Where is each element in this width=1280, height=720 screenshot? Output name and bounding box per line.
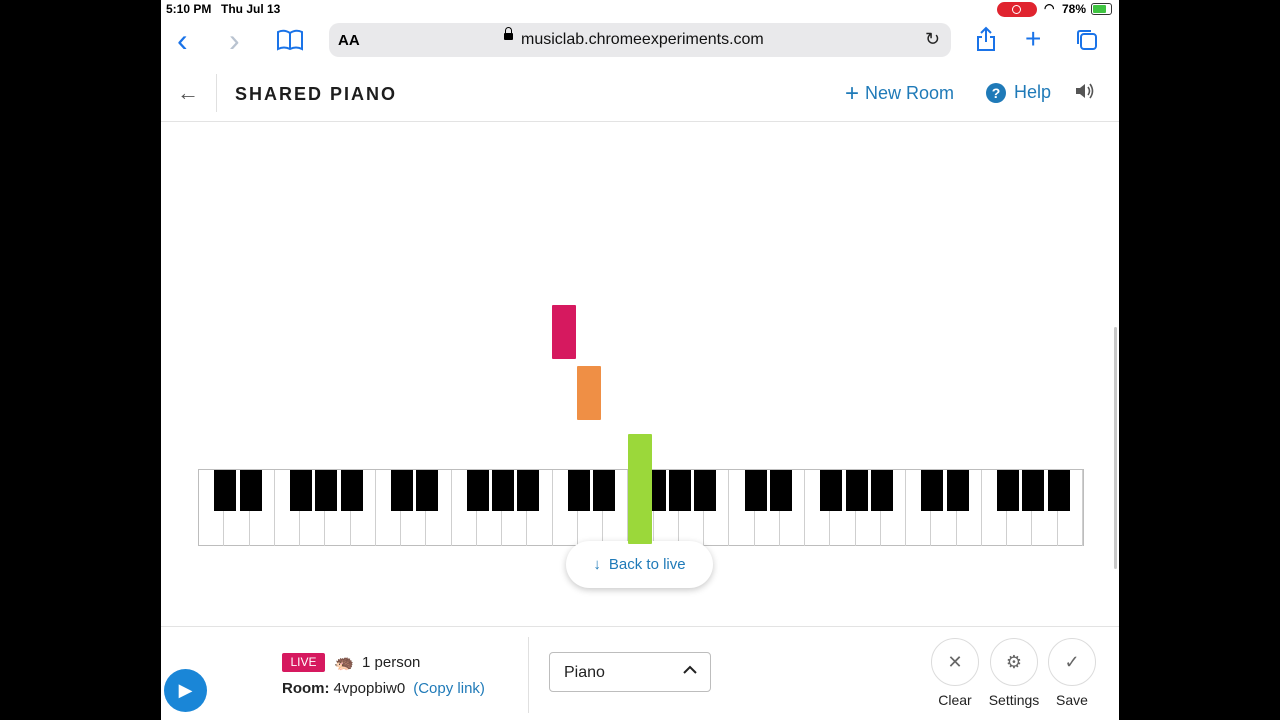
save-label: Save bbox=[1056, 692, 1088, 708]
tabs-icon[interactable] bbox=[1075, 28, 1099, 57]
black-key[interactable] bbox=[567, 470, 590, 511]
play-button[interactable]: ▶ bbox=[164, 669, 207, 712]
black-key[interactable] bbox=[845, 470, 868, 511]
bookmarks-icon[interactable] bbox=[277, 29, 303, 57]
note-bar bbox=[577, 366, 601, 420]
people-count: 1 person bbox=[362, 654, 421, 671]
bottom-bar: ▶ LIVE 🦔 1 person Room: 4vpopbiw0 (Copy li… bbox=[161, 626, 1119, 720]
black-key[interactable] bbox=[416, 470, 439, 511]
share-icon[interactable] bbox=[975, 26, 997, 57]
browser-forward-icon[interactable]: › bbox=[229, 24, 240, 56]
black-key[interactable] bbox=[694, 470, 717, 511]
black-key[interactable] bbox=[820, 470, 843, 511]
battery-percent: 78% bbox=[1062, 2, 1087, 16]
new-tab-icon[interactable]: + bbox=[1025, 25, 1041, 53]
black-key[interactable] bbox=[870, 470, 893, 511]
divider bbox=[528, 637, 529, 713]
status-time: 5:10 PM bbox=[166, 2, 212, 16]
hedgehog-icon: 🦔 bbox=[334, 655, 354, 672]
black-key[interactable] bbox=[946, 470, 969, 511]
url-text: musiclab.chromeexperiments.com bbox=[521, 31, 764, 48]
help-label: Help bbox=[1014, 82, 1052, 102]
black-key[interactable] bbox=[492, 470, 515, 511]
black-key[interactable] bbox=[290, 470, 313, 511]
divider bbox=[216, 74, 217, 112]
help-icon: ? bbox=[986, 83, 1006, 103]
page-title: SHARED PIANO bbox=[235, 84, 398, 104]
close-icon: ✕ bbox=[947, 652, 963, 672]
black-key[interactable] bbox=[391, 470, 414, 511]
black-key[interactable] bbox=[1022, 470, 1045, 511]
lock-icon bbox=[504, 27, 513, 40]
black-key[interactable] bbox=[214, 470, 237, 511]
help-button[interactable]: ? Help bbox=[986, 82, 1051, 103]
note-bar bbox=[628, 434, 652, 544]
new-room-button[interactable]: + New Room bbox=[845, 80, 954, 108]
black-key[interactable] bbox=[744, 470, 767, 511]
instrument-select[interactable]: Piano bbox=[549, 652, 711, 692]
wifi-icon: ◠ bbox=[1044, 1, 1055, 15]
settings-button[interactable]: ⚙ bbox=[990, 638, 1038, 686]
back-to-live-label: Back to live bbox=[608, 556, 686, 573]
scrollbar[interactable] bbox=[1114, 327, 1117, 569]
back-arrow-icon[interactable]: ← bbox=[177, 80, 199, 106]
black-key[interactable] bbox=[997, 470, 1020, 511]
browser-back-icon[interactable]: ‹ bbox=[177, 24, 188, 56]
screen-recording-icon bbox=[997, 2, 1037, 17]
black-key[interactable] bbox=[921, 470, 944, 511]
address-bar[interactable]: AA musiclab.chromeexperiments.com ↻ bbox=[329, 23, 951, 57]
battery-icon bbox=[1091, 3, 1112, 15]
room-info: Room: 4vpopbiw0 (Copy link) bbox=[282, 680, 485, 697]
arrow-down-icon: ↓ bbox=[593, 556, 601, 573]
status-date: Thu Jul 13 bbox=[221, 2, 281, 16]
status-bar: 5:10 PM Thu Jul 13 ◠ 78% bbox=[161, 0, 1119, 20]
black-key[interactable] bbox=[315, 470, 338, 511]
black-key[interactable] bbox=[769, 470, 792, 511]
chevron-up-icon bbox=[682, 662, 698, 683]
back-to-live-button[interactable]: ↓ Back to live bbox=[566, 541, 713, 588]
check-icon: ✓ bbox=[1064, 652, 1080, 672]
black-key[interactable] bbox=[466, 470, 489, 511]
black-key[interactable] bbox=[593, 470, 616, 511]
plus-icon: + bbox=[845, 80, 860, 107]
black-key[interactable] bbox=[340, 470, 363, 511]
black-key[interactable] bbox=[1047, 470, 1070, 511]
ipad-screen: 5:10 PM Thu Jul 13 ◠ 78% ‹ › AA musiclab… bbox=[161, 0, 1119, 720]
text-size-button[interactable]: AA bbox=[338, 32, 360, 49]
note-bar bbox=[552, 305, 576, 359]
room-id: 4vpopbiw0 bbox=[333, 680, 406, 697]
sound-icon[interactable] bbox=[1074, 81, 1096, 107]
black-key[interactable] bbox=[668, 470, 691, 511]
gear-icon: ⚙ bbox=[1005, 652, 1023, 672]
room-label: Room: bbox=[282, 680, 330, 697]
instrument-value: Piano bbox=[564, 664, 605, 681]
live-badge: LIVE bbox=[282, 653, 325, 672]
app-header: ← SHARED PIANO + New Room ? Help bbox=[161, 66, 1119, 122]
clear-button[interactable]: ✕ bbox=[931, 638, 979, 686]
reload-icon[interactable]: ↻ bbox=[925, 29, 940, 50]
browser-toolbar: ‹ › AA musiclab.chromeexperiments.com ↻ … bbox=[161, 20, 1119, 66]
new-room-label: New Room bbox=[865, 83, 955, 103]
copy-link-button[interactable]: (Copy link) bbox=[413, 680, 485, 697]
black-key[interactable] bbox=[239, 470, 262, 511]
save-button[interactable]: ✓ bbox=[1048, 638, 1096, 686]
black-key[interactable] bbox=[517, 470, 540, 511]
